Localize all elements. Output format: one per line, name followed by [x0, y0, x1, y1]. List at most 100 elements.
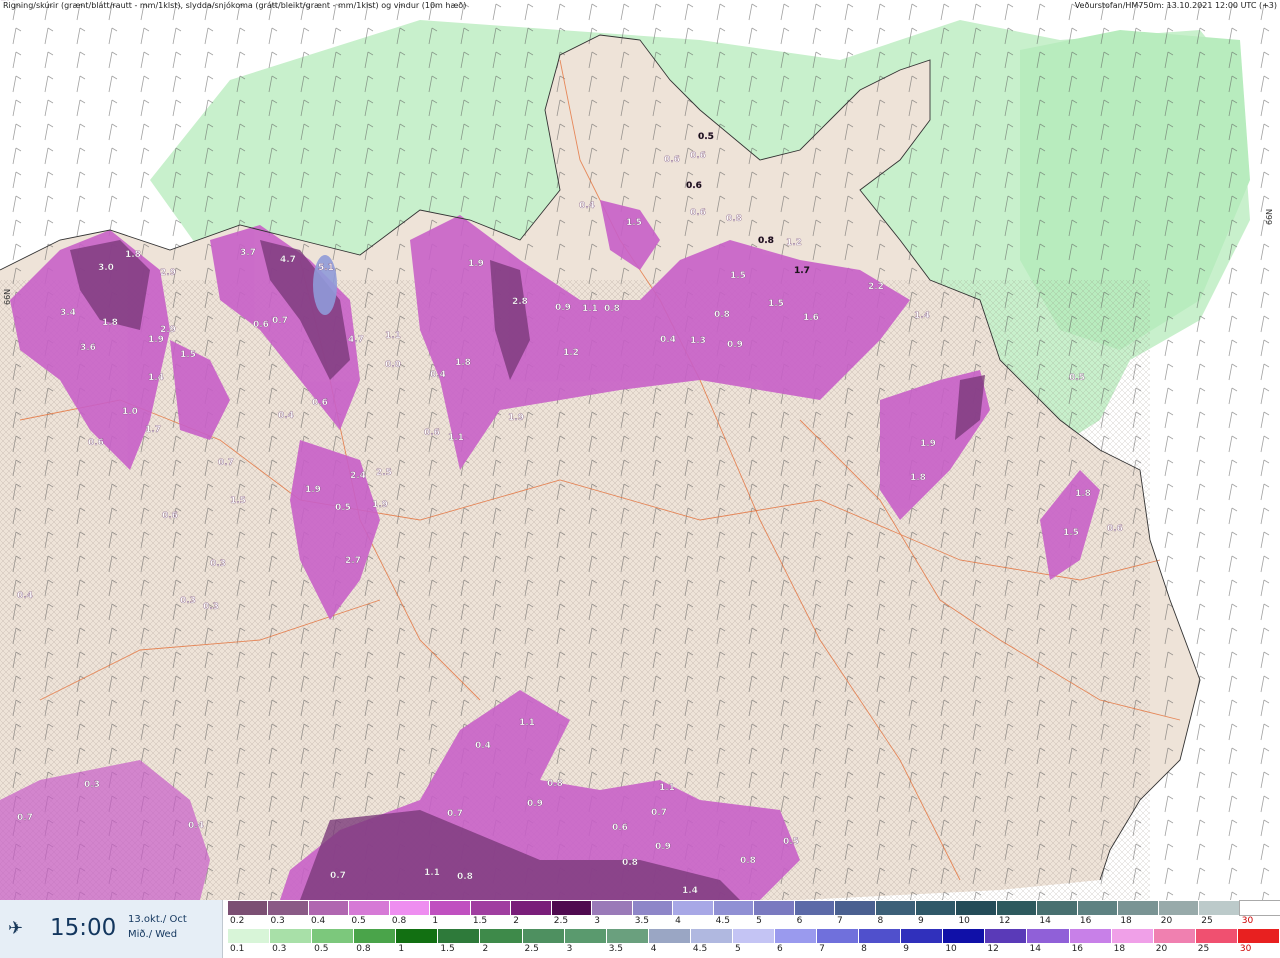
precip-value: 0.7	[447, 809, 463, 819]
snow-legend-swatch	[349, 901, 390, 915]
forecast-weekday: Mið./ Wed	[128, 929, 178, 940]
snow-legend-label: 2	[513, 916, 520, 926]
snow-legend-swatch	[875, 901, 916, 915]
rain-legend-swatch	[1153, 929, 1196, 943]
snow-legend-swatch	[389, 901, 431, 915]
rain-legend-label: 0.3	[272, 944, 287, 954]
precip-value: 0.9	[555, 303, 571, 313]
rain-legend-swatch	[901, 929, 944, 943]
rain-legend-label: 2.5	[524, 944, 539, 954]
snow-legend-labels: 0.2 0.3 0.4 0.5 0.8 1 1.5 2 2.5 3 3.5 4 4.5 5 6 7 8 9 10 12…	[228, 915, 1280, 927]
rain-legend-label: 0.1	[230, 944, 245, 954]
rain-legend-swatch	[1195, 929, 1238, 943]
precip-value: 0.8	[547, 779, 563, 789]
rain-legend-swatch	[1069, 929, 1112, 943]
rain-legend-swatch	[817, 929, 860, 943]
snow-legend-swatch	[632, 901, 674, 915]
precip-value: 5.1	[318, 263, 334, 273]
forecast-time: 15:00	[50, 915, 117, 941]
precip-value: 0.4	[660, 335, 676, 345]
precip-value: 0.4	[579, 201, 595, 211]
precip-value: 0.8	[604, 304, 620, 314]
precip-value: 0.4	[475, 741, 491, 751]
precip-value: 1.8	[910, 473, 926, 483]
precip-value: 0.6	[664, 155, 680, 165]
snow-legend-label: 5	[756, 916, 762, 926]
map-source-timestamp: Veðurstofan/HM750m: 13.10.2021 12:00 UTC…	[1074, 1, 1277, 10]
precip-value: 2.5	[376, 468, 392, 478]
snow-legend-swatch	[430, 901, 471, 915]
plane-icon: ✈	[8, 918, 24, 939]
snow-legend-label: 12	[998, 916, 1011, 926]
forecast-date: 13.okt./ Oct	[128, 914, 187, 925]
rain-legend-swatch	[1237, 929, 1280, 943]
precip-value: 1.5	[626, 218, 642, 228]
precip-value: 0.6	[1107, 524, 1123, 534]
precip-value: 0.7	[17, 813, 33, 823]
map-title: Rigning/skúrir (grænt/blátt/rautt - mm/1…	[3, 1, 467, 10]
precip-value: 0.9	[527, 799, 543, 809]
precipitation-map: 3.01.82.92.93.41.83.61.91.51.41.01.70.60…	[0, 0, 1280, 900]
precip-value: 1.9	[305, 485, 321, 495]
rain-legend-label: 7	[819, 944, 825, 954]
precip-value: 0.7	[330, 871, 346, 881]
precip-value: 0.5	[1069, 373, 1085, 383]
rain-legend-swatch	[648, 929, 691, 943]
snow-legend-swatch	[592, 901, 633, 915]
rain-legend-swatch	[732, 929, 776, 943]
precip-value: 0.6	[312, 398, 328, 408]
snow-legend-label: 0.2	[230, 916, 245, 926]
snow-legend-swatch	[470, 901, 512, 915]
snow-legend-swatch	[1238, 900, 1280, 916]
precip-value: 0.8	[740, 856, 756, 866]
rain-legend-swatch	[396, 929, 439, 943]
rain-legend-label: 0.8	[356, 944, 371, 954]
precip-value: 1.4	[148, 373, 164, 383]
rain-legend-label: 14	[1029, 944, 1041, 954]
precip-value: 0.6	[253, 320, 269, 330]
precip-value: 0.9	[655, 842, 671, 852]
rain-legend-label: 6	[777, 944, 783, 954]
snow-legend-label: 1	[432, 916, 439, 926]
snow-legend-swatch	[996, 901, 1038, 915]
precip-value: 0.6	[612, 823, 628, 833]
rain-legend-swatch	[775, 929, 818, 943]
precip-value: 1.4	[682, 886, 698, 896]
rain-legend-swatch	[564, 929, 607, 943]
precip-value: 0.4	[430, 370, 446, 380]
rain-legend-swatch	[606, 929, 649, 943]
precip-value: 0.3	[84, 780, 100, 790]
precip-value: 0.8	[457, 872, 473, 882]
snow-legend-swatch	[308, 901, 350, 915]
precip-value: 1.1	[519, 718, 535, 728]
snow-legend-swatch	[794, 901, 836, 915]
snow-legend-swatch	[268, 901, 309, 915]
snow-legend-label: 18	[1120, 916, 1132, 926]
precip-value: 1.5	[1063, 528, 1079, 538]
snow-legend-label: 16	[1079, 916, 1092, 926]
precip-value: 0.7	[272, 316, 288, 326]
rain-legend-label: 20	[1155, 944, 1168, 954]
rain-legend-swatch	[943, 929, 986, 943]
precip-value: 3.4	[60, 308, 76, 318]
snow-legend-label: 3.5	[634, 916, 650, 926]
rain-legend-swatch	[859, 929, 902, 943]
precip-value: 1.2	[563, 348, 579, 358]
precip-value: 4.7	[348, 335, 364, 345]
rain-legend-label: 12	[987, 944, 999, 954]
precip-value: 1.9	[372, 500, 388, 510]
svg-text:66N: 66N	[3, 289, 12, 305]
precip-value: 0.6	[686, 181, 702, 191]
precip-value: 0.9	[727, 340, 743, 350]
precip-value: 3.7	[240, 248, 256, 258]
precip-value: 1.5	[180, 350, 196, 360]
rain-legend-label: 2	[482, 944, 489, 954]
precip-value: 1.1	[448, 433, 464, 443]
rain-legend-swatch	[354, 929, 397, 943]
precip-value: 0.6	[424, 428, 440, 438]
snow-legend-swatch	[1037, 901, 1078, 915]
precip-value: 1.8	[125, 250, 141, 260]
precip-value: 1.3	[690, 336, 706, 346]
precip-value: 0.6	[690, 208, 706, 218]
snow-legend-swatch	[228, 901, 269, 915]
